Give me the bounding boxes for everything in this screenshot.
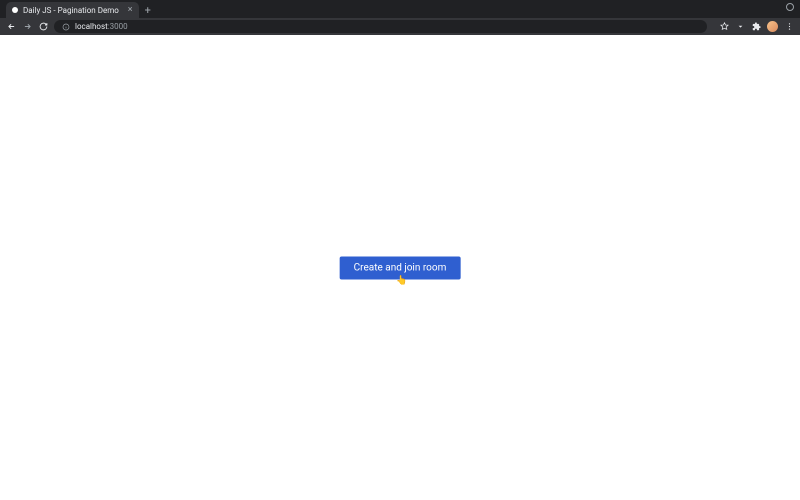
page-viewport: Create and join room 👆 (0, 35, 800, 500)
reload-button[interactable] (38, 22, 48, 32)
window-controls (786, 3, 794, 11)
create-join-room-button[interactable]: Create and join room (340, 256, 461, 279)
share-icon[interactable] (735, 22, 745, 32)
url-text: localhost:3000 (75, 22, 128, 31)
menu-icon[interactable] (784, 22, 794, 32)
new-tab-button[interactable]: + (139, 4, 157, 18)
url-host: localhost (75, 22, 108, 31)
reload-icon (39, 22, 48, 31)
tab-title: Daily JS - Pagination Demo (23, 6, 119, 15)
back-button[interactable] (6, 22, 16, 32)
arrow-left-icon (7, 22, 16, 31)
browser-toolbar: localhost:3000 (0, 18, 800, 35)
browser-tab-strip: Daily JS - Pagination Demo × + (0, 0, 800, 18)
url-port: :3000 (108, 22, 128, 31)
close-icon[interactable]: × (128, 6, 133, 15)
site-info-icon[interactable] (62, 23, 70, 31)
window-control-icon[interactable] (786, 3, 794, 11)
bookmark-icon[interactable] (719, 22, 729, 32)
tab-favicon (12, 7, 18, 13)
profile-avatar[interactable] (767, 21, 778, 32)
extensions-icon[interactable] (751, 22, 761, 32)
address-bar[interactable]: localhost:3000 (54, 20, 707, 33)
forward-button[interactable] (22, 22, 32, 32)
browser-tab-active[interactable]: Daily JS - Pagination Demo × (6, 2, 139, 18)
arrow-right-icon (23, 22, 32, 31)
toolbar-right (719, 21, 794, 32)
